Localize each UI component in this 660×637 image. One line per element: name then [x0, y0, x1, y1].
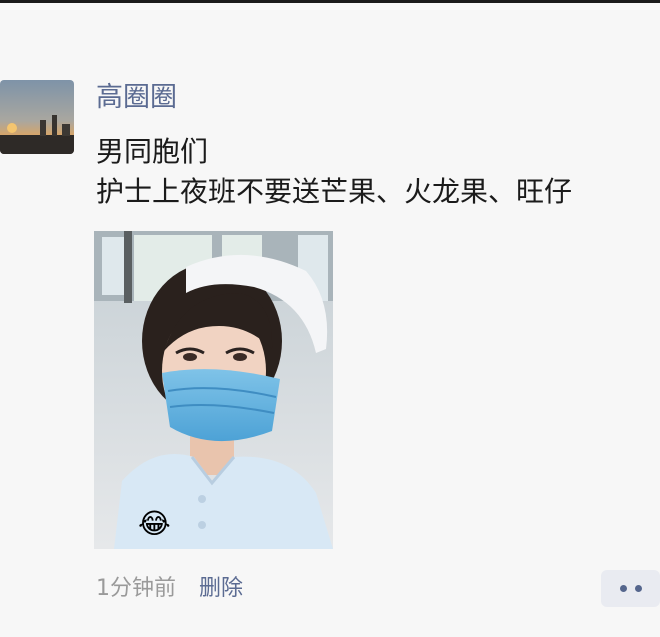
- avatar-sunset-image: [0, 80, 74, 154]
- post-text: 男同胞们 护士上夜班不要送芒果、火龙果、旺仔: [96, 132, 660, 212]
- post-text-line: 护士上夜班不要送芒果、火龙果、旺仔: [96, 175, 573, 208]
- moments-post: 高圈圈 男同胞们 护士上夜班不要送芒果、火龙果、旺仔 😂 1分钟前 删除: [0, 0, 660, 637]
- post-timestamp: 1分钟前: [96, 576, 176, 601]
- post-text-line: 男同胞们: [96, 135, 209, 168]
- delete-button[interactable]: 删除: [199, 576, 243, 601]
- post-photo[interactable]: 😂: [94, 231, 333, 549]
- more-actions-button[interactable]: [601, 570, 660, 607]
- post-author-name[interactable]: 高圈圈: [96, 80, 177, 116]
- post-footer: 1分钟前 删除: [96, 574, 243, 604]
- avatar[interactable]: [0, 80, 74, 154]
- more-dots-icon: [619, 585, 627, 592]
- more-dots-icon: [634, 585, 642, 592]
- laughing-emoji-icon: 😂: [138, 507, 171, 540]
- nurse-selfie-image: 😂: [94, 231, 333, 549]
